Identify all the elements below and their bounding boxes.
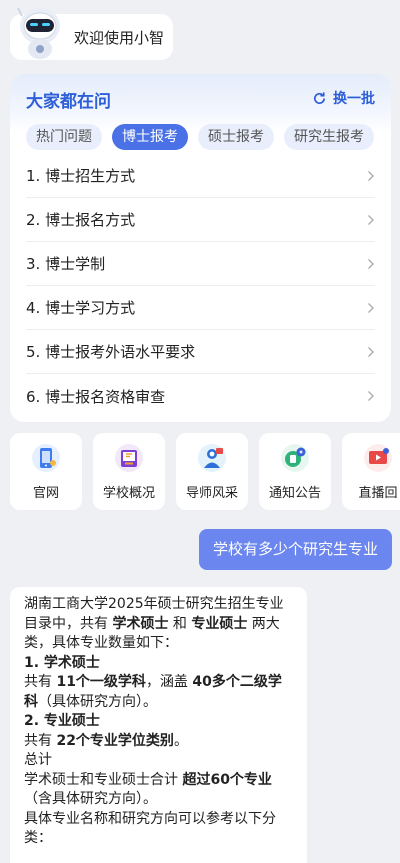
answer-bold: 11个一级学科 xyxy=(56,674,146,690)
chevron-right-icon xyxy=(368,258,374,269)
answer-text: （具体研究方向）。 xyxy=(38,693,157,710)
answer-bold: 22个专业学位类别 xyxy=(56,732,174,749)
faq-item[interactable]: 1. 博士招生方式 xyxy=(26,154,375,198)
refresh-label: 换一批 xyxy=(333,91,375,107)
answer-text: （含具体研究方向）。 xyxy=(24,791,157,807)
tab-phd[interactable]: 博士报考 xyxy=(112,124,188,150)
answer-bold: 1. 学术硕士 xyxy=(24,654,100,671)
quick-links: 官网 学校概况 导师风采 通知公告 直播回 xyxy=(10,433,400,511)
faq-item-label: 4. 博士学习方式 xyxy=(26,299,136,317)
tab-hot[interactable]: 热门问题 xyxy=(26,124,102,150)
answer-bold: 2. 专业硕士 xyxy=(24,713,100,729)
faq-card-title: 大家都在问 xyxy=(26,92,111,112)
faq-item[interactable]: 6. 博士报名资格审查 xyxy=(26,374,375,418)
answer-bold: 超过60个专业 xyxy=(182,771,272,788)
answer-text: 共有 xyxy=(24,674,57,690)
live-icon xyxy=(364,444,392,472)
quick-link-label: 通知公告 xyxy=(268,486,321,501)
answer-total-title: 总计 xyxy=(24,752,52,768)
refresh-icon xyxy=(314,91,326,104)
answer-bold: 专业硕士 xyxy=(191,615,248,632)
quick-link-label: 导师风采 xyxy=(185,486,238,501)
book-icon xyxy=(115,444,143,472)
answer-bold: 学术硕士 xyxy=(112,615,169,632)
faq-item-label: 6. 博士报名资格审查 xyxy=(26,387,166,406)
faq-item[interactable]: 5. 博士报考外语水平要求 xyxy=(26,330,375,374)
quick-link-label: 官网 xyxy=(32,486,59,501)
answer-section-body: 共有 11个一级学科，涵盖 40多个二级学科（具体研究方向）。 xyxy=(24,673,293,712)
chevron-right-icon xyxy=(368,214,374,225)
refresh-button[interactable]: 换一批 xyxy=(312,88,375,108)
tab-master[interactable]: 硕士报考 xyxy=(198,124,274,150)
phone-icon xyxy=(32,444,60,472)
answer-text: 共有 xyxy=(24,732,57,749)
quick-link-notices[interactable]: 通知公告 xyxy=(259,433,331,510)
answer-section-title: 1. 学术硕士 xyxy=(24,654,293,674)
chevron-right-icon xyxy=(368,346,374,357)
answer-bubble: 湖南工商大学2025年硕士研究生招生专业目录中，共有 学术硕士 和 专业硕士 两… xyxy=(10,587,307,863)
answer-text: 。 xyxy=(173,732,188,749)
greeting-bubble: 欢迎使用小智 xyxy=(10,7,173,60)
faq-tabs: 热门问题 博士报考 硕士报考 研究生报考 xyxy=(26,124,391,150)
answer-more: 具体专业名称和研究方向可以参考以下分类： xyxy=(24,810,276,847)
chevron-right-icon xyxy=(368,302,374,313)
answer-text: ，涵盖 xyxy=(145,674,193,690)
faq-card: 大家都在问 换一批 热门问题 博士报考 硕士报考 研究生报考 1. 博士招生方式… xyxy=(10,74,391,422)
faq-item-label: 2. 博士报名方式 xyxy=(26,211,136,229)
answer-section-body: 共有 22个专业学位类别。 xyxy=(24,732,293,752)
robot-avatar-icon xyxy=(17,7,60,59)
quick-link-website[interactable]: 官网 xyxy=(10,433,82,510)
quick-link-school-overview[interactable]: 学校概况 xyxy=(93,433,165,510)
answer-intro: 湖南工商大学2025年硕士研究生招生专业目录中，共有 学术硕士 和 专业硕士 两… xyxy=(24,595,293,654)
teacher-icon xyxy=(198,444,226,472)
faq-item-label: 3. 博士学制 xyxy=(26,255,106,273)
tab-graduate[interactable]: 研究生报考 xyxy=(284,124,374,150)
faq-item-label: 5. 博士报考外语水平要求 xyxy=(26,343,196,361)
faq-item[interactable]: 4. 博士学习方式 xyxy=(26,286,375,330)
chevron-right-icon xyxy=(368,170,374,181)
quick-link-teachers[interactable]: 导师风采 xyxy=(176,433,248,510)
faq-item[interactable]: 2. 博士报名方式 xyxy=(26,198,375,242)
answer-text: 学术硕士和专业硕士合计 xyxy=(24,771,183,788)
chevron-right-icon xyxy=(368,391,374,401)
answer-total-body: 学术硕士和专业硕士合计 超过60个专业 （含具体研究方向）。 xyxy=(24,771,293,810)
user-message-bubble: 学校有多少个研究生专业 xyxy=(198,529,392,570)
answer-text: 和 xyxy=(168,615,192,632)
faq-item-label: 1. 博士招生方式 xyxy=(26,167,136,185)
quick-link-label: 学校概况 xyxy=(102,486,155,501)
answer-section-title: 2. 专业硕士 xyxy=(24,712,293,732)
quick-link-live-replay[interactable]: 直播回 xyxy=(342,433,400,510)
faq-item[interactable]: 3. 博士学制 xyxy=(26,242,375,286)
quick-link-label: 直播回 xyxy=(358,486,398,501)
greeting-text: 欢迎使用小智 xyxy=(74,29,165,47)
notice-icon xyxy=(281,444,309,472)
faq-list: 1. 博士招生方式 2. 博士报名方式 3. 博士学制 4. 博士学习方式 5.… xyxy=(10,154,391,418)
